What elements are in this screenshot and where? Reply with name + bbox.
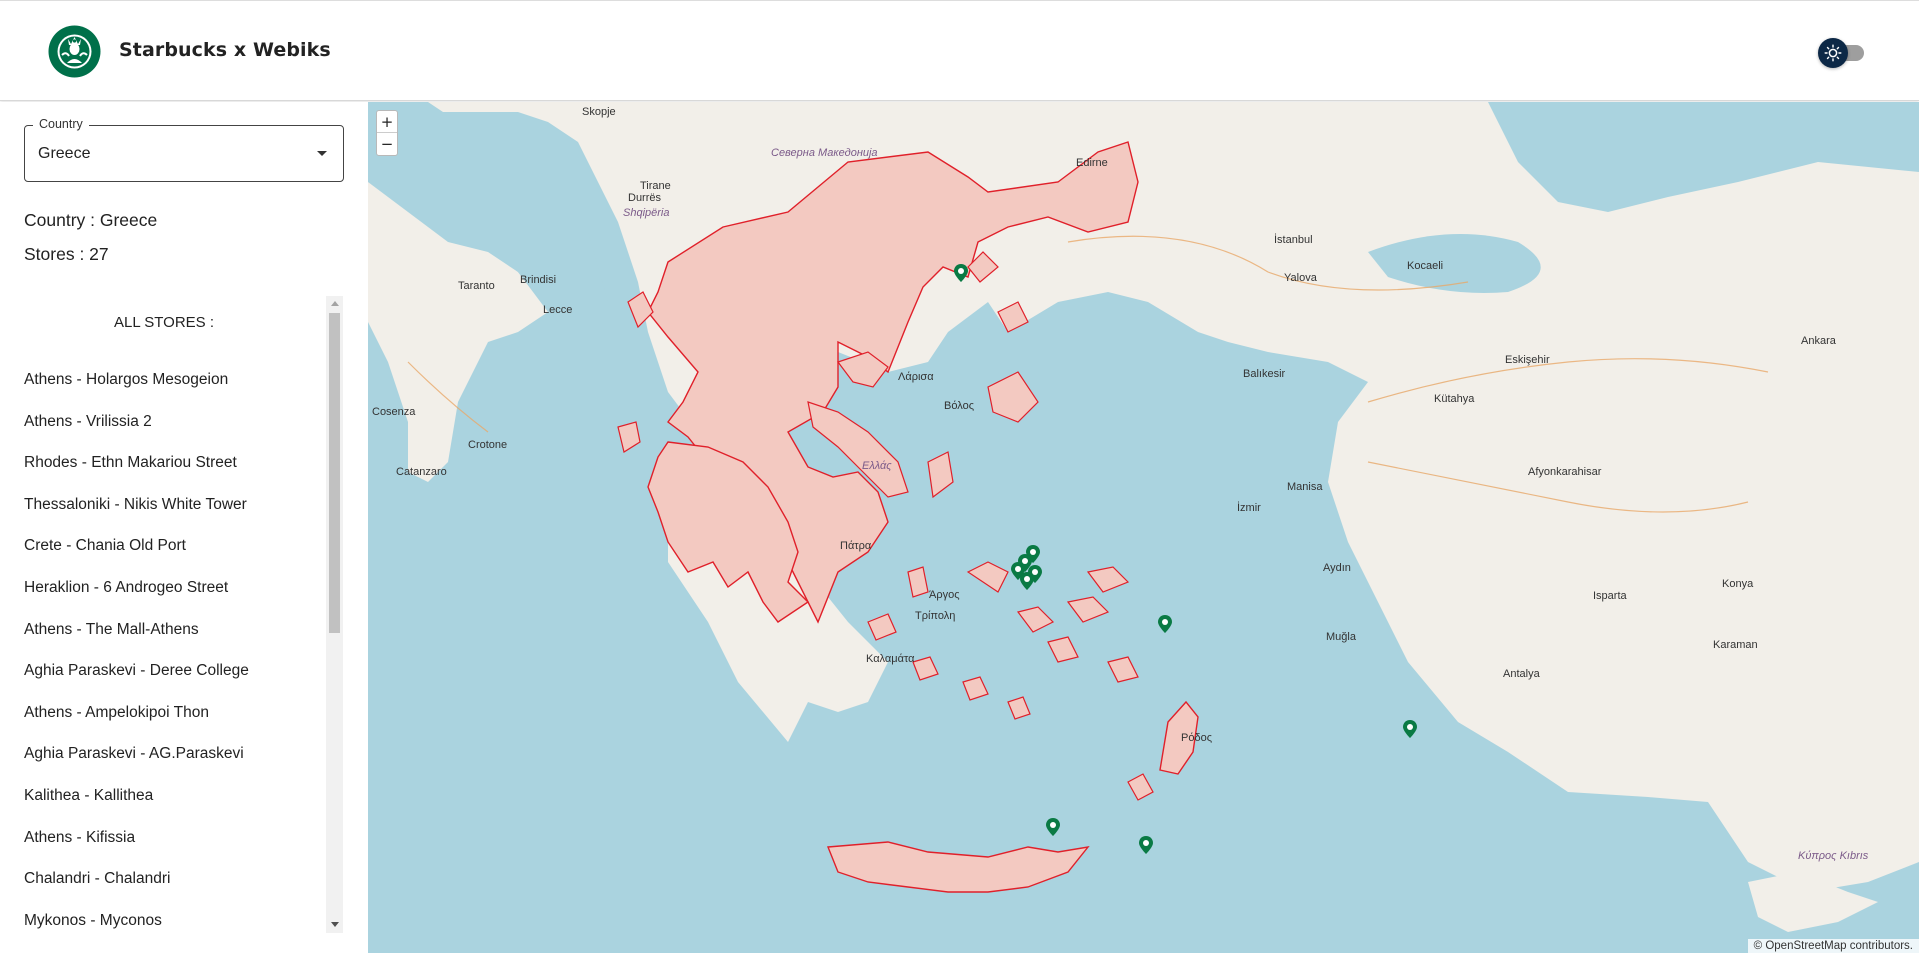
store-list-heading: ALL STORES :: [113, 314, 215, 331]
map-label: Eskişehir: [1505, 354, 1550, 366]
store-item[interactable]: Athens - Ampelokipoi Thon: [24, 704, 209, 722]
store-item[interactable]: Chalandri - Chalandri: [24, 870, 170, 888]
map-label: Shqipëria: [623, 207, 670, 219]
map-label: Durrës: [628, 192, 662, 204]
map-label: Άργος: [929, 589, 960, 601]
store-marker-icon[interactable]: [1020, 572, 1034, 590]
dropdown-caret-icon[interactable]: [317, 151, 327, 156]
store-marker-icon[interactable]: [1046, 818, 1060, 836]
country-select[interactable]: Country Greece: [24, 117, 344, 182]
country-select-label: Country: [33, 117, 89, 131]
map-attribution: © OpenStreetMap contributors.: [1747, 939, 1919, 953]
map-label: Северна Македонија: [771, 147, 878, 159]
store-item[interactable]: Mykonos - Myconos: [24, 912, 162, 930]
store-item[interactable]: Athens - Kifissia: [24, 829, 135, 847]
map-label: Kocaeli: [1407, 260, 1444, 272]
map-label: Cosenza: [372, 406, 416, 418]
map-label: Konya: [1722, 578, 1754, 590]
store-item[interactable]: Aghia Paraskevi - Deree College: [24, 662, 249, 680]
map-label: İstanbul: [1274, 234, 1313, 246]
map-label: Edirne: [1076, 157, 1108, 169]
store-item[interactable]: Heraklion - 6 Androgeo Street: [24, 579, 228, 597]
map-label: Πάτρα: [840, 540, 872, 552]
map-label: Crotone: [468, 439, 508, 451]
map-label: Afyonkarahisar: [1528, 466, 1602, 478]
map-label: Isparta: [1593, 590, 1627, 602]
store-marker-icon[interactable]: [954, 264, 968, 282]
sidebar: Country Greece Country : Greece Stores :…: [0, 102, 368, 953]
map-label: Βόλος: [944, 400, 974, 412]
store-item[interactable]: Athens - Vrilissia 2: [24, 413, 152, 431]
scroll-down-arrow-icon[interactable]: [331, 922, 339, 927]
stores-count: Stores : 27: [24, 244, 109, 264]
map-label: Catanzaro: [396, 466, 447, 478]
map-label: Κύπρος Kıbrıs: [1798, 850, 1869, 862]
map-label: Taranto: [458, 280, 495, 292]
country-info: Country : Greece: [24, 210, 158, 230]
toggle-thumb[interactable]: [1818, 38, 1848, 68]
zoom-out-button[interactable]: −: [377, 133, 397, 155]
map-label: Ankara: [1801, 335, 1836, 347]
map-label: Aydın: [1323, 562, 1351, 574]
scrollbar-thumb[interactable]: [329, 313, 340, 633]
starbucks-logo-icon: [48, 25, 101, 78]
store-item[interactable]: Thessaloniki - Nikis White Tower: [24, 496, 247, 514]
zoom-control: + −: [376, 110, 398, 156]
map-label: Karaman: [1713, 639, 1758, 651]
store-item[interactable]: Aghia Paraskevi - AG.Paraskevi: [24, 745, 244, 763]
zoom-in-button[interactable]: +: [377, 111, 397, 133]
map-label: Tirane: [640, 180, 671, 192]
map-label: Antalya: [1503, 668, 1540, 680]
store-item[interactable]: Kalithea - Kallithea: [24, 787, 153, 805]
map-view[interactable]: + − Skopje Северна Македонија Shqipëria …: [368, 102, 1919, 953]
map-tiles: [368, 102, 1919, 932]
app-title: Starbucks x Webiks: [119, 39, 331, 61]
sun-icon: [1824, 44, 1842, 62]
store-item[interactable]: Rhodes - Ethn Makariou Street: [24, 454, 237, 472]
map-label: Brindisi: [520, 274, 557, 286]
store-item[interactable]: Crete - Chania Old Port: [24, 537, 186, 555]
map-label: Lecce: [543, 304, 573, 316]
store-marker-icon[interactable]: [1403, 720, 1417, 738]
store-list-scrollbar[interactable]: [326, 296, 343, 933]
scroll-up-arrow-icon[interactable]: [331, 301, 339, 306]
map-label: Yalova: [1284, 272, 1317, 284]
map-label: Manisa: [1287, 481, 1323, 493]
store-marker-icon[interactable]: [1139, 836, 1153, 854]
store-list: ALL STORES : Athens - Holargos Mesogeion…: [0, 296, 344, 936]
store-item[interactable]: Athens - The Mall-Athens: [24, 621, 199, 639]
map-label: Kütahya: [1434, 393, 1475, 405]
map-label: Ρόδος: [1181, 732, 1212, 744]
map-label: Skopje: [582, 106, 616, 118]
map-label: Τρίπολη: [915, 610, 956, 622]
country-select-value[interactable]: Greece: [38, 145, 90, 163]
map-label: Muğla: [1326, 631, 1356, 643]
store-item[interactable]: Athens - Holargos Mesogeion: [24, 371, 228, 389]
theme-toggle[interactable]: [1818, 37, 1866, 68]
app-header: Starbucks x Webiks: [0, 0, 1919, 101]
store-marker-icon[interactable]: [1158, 615, 1172, 633]
map-label: İzmir: [1237, 502, 1261, 514]
map-label: Λάρισα: [898, 371, 934, 383]
map-label: Καλαμάτα: [866, 653, 915, 665]
map-label: Ελλάς: [862, 460, 892, 472]
map-label: Balıkesir: [1243, 368, 1286, 380]
